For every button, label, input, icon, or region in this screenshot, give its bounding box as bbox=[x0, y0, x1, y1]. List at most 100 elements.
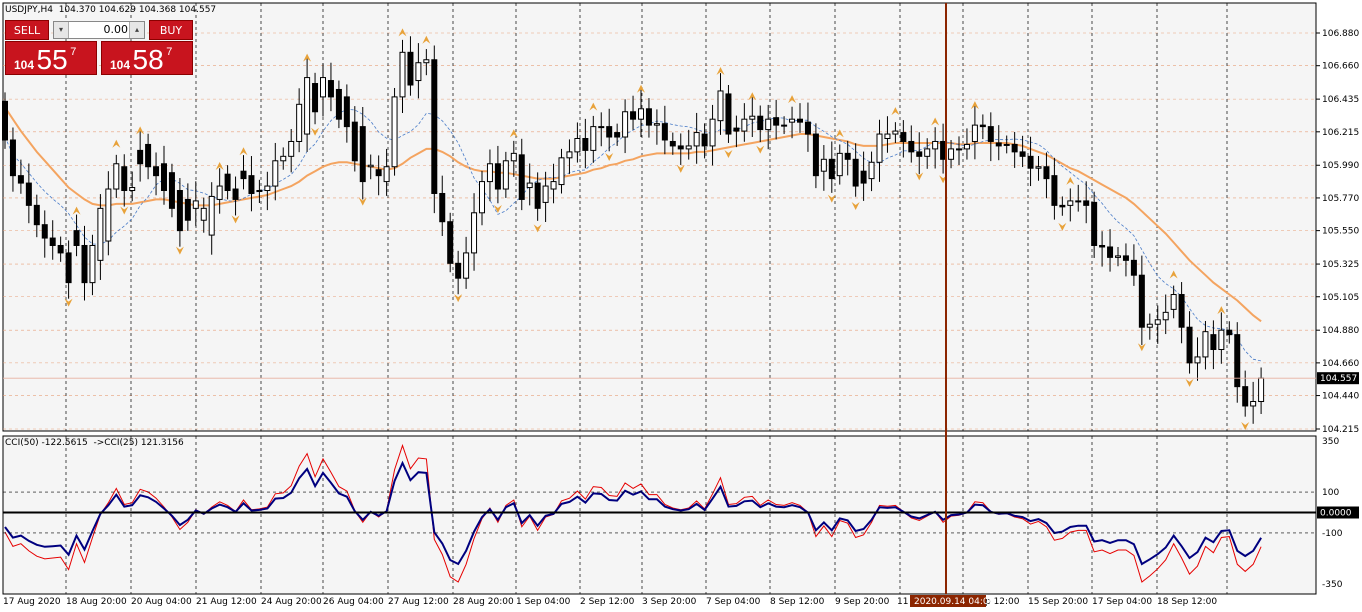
time-axis-label: 15 Sep 20:00 bbox=[1028, 597, 1088, 607]
candle-body bbox=[979, 124, 986, 128]
main-panel bbox=[2, 2, 1317, 432]
current-price-label: 104.557 bbox=[1320, 374, 1357, 384]
candle-body bbox=[288, 140, 295, 157]
candle-body bbox=[407, 51, 414, 86]
candle-body bbox=[439, 192, 446, 223]
lot-size-input[interactable]: ▾ 0.00 ▴ bbox=[53, 21, 145, 39]
candle-body bbox=[510, 152, 517, 162]
candle-body bbox=[614, 132, 621, 138]
candle-body bbox=[272, 160, 279, 187]
candle-body bbox=[987, 126, 994, 142]
candle-body bbox=[1226, 329, 1233, 336]
candle-body bbox=[153, 166, 160, 177]
candle-body bbox=[1194, 356, 1201, 364]
time-axis-label: 26 Aug 04:00 bbox=[323, 597, 384, 607]
price-axis-label: 106.435 bbox=[1322, 95, 1359, 105]
candle-body bbox=[1099, 244, 1106, 248]
candle-body bbox=[137, 149, 144, 165]
candle-body bbox=[892, 130, 899, 135]
candle-body bbox=[1043, 166, 1050, 180]
candle-body bbox=[502, 160, 509, 190]
candle-body bbox=[486, 163, 493, 183]
candle-body bbox=[208, 195, 215, 236]
candle-body bbox=[757, 115, 764, 131]
candle-body bbox=[1178, 294, 1185, 328]
candle-body bbox=[1019, 151, 1026, 157]
candle-body bbox=[224, 173, 231, 192]
candle-body bbox=[677, 145, 684, 150]
candle-body bbox=[375, 169, 382, 177]
candle-body bbox=[582, 138, 589, 151]
candle-body bbox=[693, 132, 700, 147]
price-axis-label: 106.660 bbox=[1322, 62, 1359, 72]
candle-body bbox=[900, 132, 907, 142]
candle-body bbox=[971, 124, 978, 142]
candle-body bbox=[192, 200, 199, 209]
cci-axis-label: -100 bbox=[1322, 529, 1343, 539]
candle-body bbox=[81, 244, 88, 284]
cci-axis-label: 0.0000 bbox=[1320, 509, 1352, 519]
candle-body bbox=[57, 244, 64, 254]
candle-body bbox=[598, 126, 605, 129]
time-axis-label: 27 Aug 12:00 bbox=[388, 597, 449, 607]
candle-body bbox=[812, 133, 819, 177]
candle-body bbox=[423, 59, 430, 64]
candle-body bbox=[105, 188, 112, 242]
time-axis-label: 20 Aug 04:00 bbox=[131, 597, 192, 607]
candle-body bbox=[351, 121, 358, 162]
time-axis-label: 11 bbox=[897, 597, 908, 607]
sell-button[interactable]: SELL bbox=[5, 20, 49, 40]
cci-axis-label: 100 bbox=[1322, 488, 1339, 498]
candle-body bbox=[590, 126, 597, 151]
candle-body bbox=[113, 163, 120, 190]
candle-body bbox=[1154, 319, 1161, 325]
candle-body bbox=[121, 166, 128, 192]
candle-body bbox=[312, 83, 319, 113]
candle-body bbox=[1035, 166, 1042, 169]
candle-body bbox=[653, 123, 660, 126]
candle-body bbox=[645, 108, 652, 126]
candle-body bbox=[1170, 294, 1177, 310]
candle-body bbox=[184, 198, 191, 221]
candle-body bbox=[232, 188, 239, 200]
candle-body bbox=[391, 96, 398, 168]
candle-body bbox=[463, 252, 470, 279]
price-axis-label: 106.880 bbox=[1322, 29, 1359, 39]
candle-body bbox=[526, 182, 533, 189]
candle-body bbox=[280, 155, 287, 162]
candle-body bbox=[781, 124, 788, 127]
candle-body bbox=[956, 148, 962, 151]
candle-body bbox=[33, 204, 40, 226]
price-axis-label: 104.880 bbox=[1322, 326, 1359, 336]
candle-body bbox=[725, 93, 732, 135]
sell-price-pip: 7 bbox=[70, 46, 77, 58]
candle-body bbox=[296, 103, 303, 142]
candle-body bbox=[343, 96, 350, 128]
candle-body bbox=[1138, 274, 1145, 328]
candle-body bbox=[240, 170, 247, 180]
candle-body bbox=[447, 221, 454, 264]
candle-body bbox=[574, 138, 581, 153]
candle-body bbox=[200, 207, 207, 221]
buy-price[interactable]: 104 58 7 bbox=[101, 41, 193, 75]
candle-body bbox=[908, 140, 915, 153]
price-axis-label: 105.770 bbox=[1322, 194, 1359, 204]
buy-button[interactable]: BUY bbox=[149, 20, 193, 40]
price-axis-label: 105.990 bbox=[1322, 161, 1359, 171]
price-chart[interactable]: 106.880 106.660 106.435 106.215 105.990 105.7… bbox=[0, 0, 1362, 612]
candle-body bbox=[638, 108, 644, 120]
sell-price[interactable]: 104 55 7 bbox=[5, 41, 97, 75]
lot-increase-arrow-icon[interactable]: ▴ bbox=[129, 22, 144, 38]
candle-body bbox=[1258, 377, 1265, 403]
lot-decrease-arrow-icon[interactable]: ▾ bbox=[54, 22, 69, 38]
candle-body bbox=[916, 151, 923, 157]
time-axis-label: 24 Aug 20:00 bbox=[261, 597, 322, 607]
time-axis-label: 3 Sep 20:00 bbox=[642, 597, 697, 607]
candle-body bbox=[216, 185, 223, 200]
candle-body bbox=[661, 123, 668, 141]
candle-body bbox=[558, 157, 565, 186]
candle-body bbox=[73, 230, 80, 246]
candle-body bbox=[256, 190, 263, 193]
candle-body bbox=[25, 182, 32, 206]
lot-size-value[interactable]: 0.00 bbox=[70, 22, 129, 38]
